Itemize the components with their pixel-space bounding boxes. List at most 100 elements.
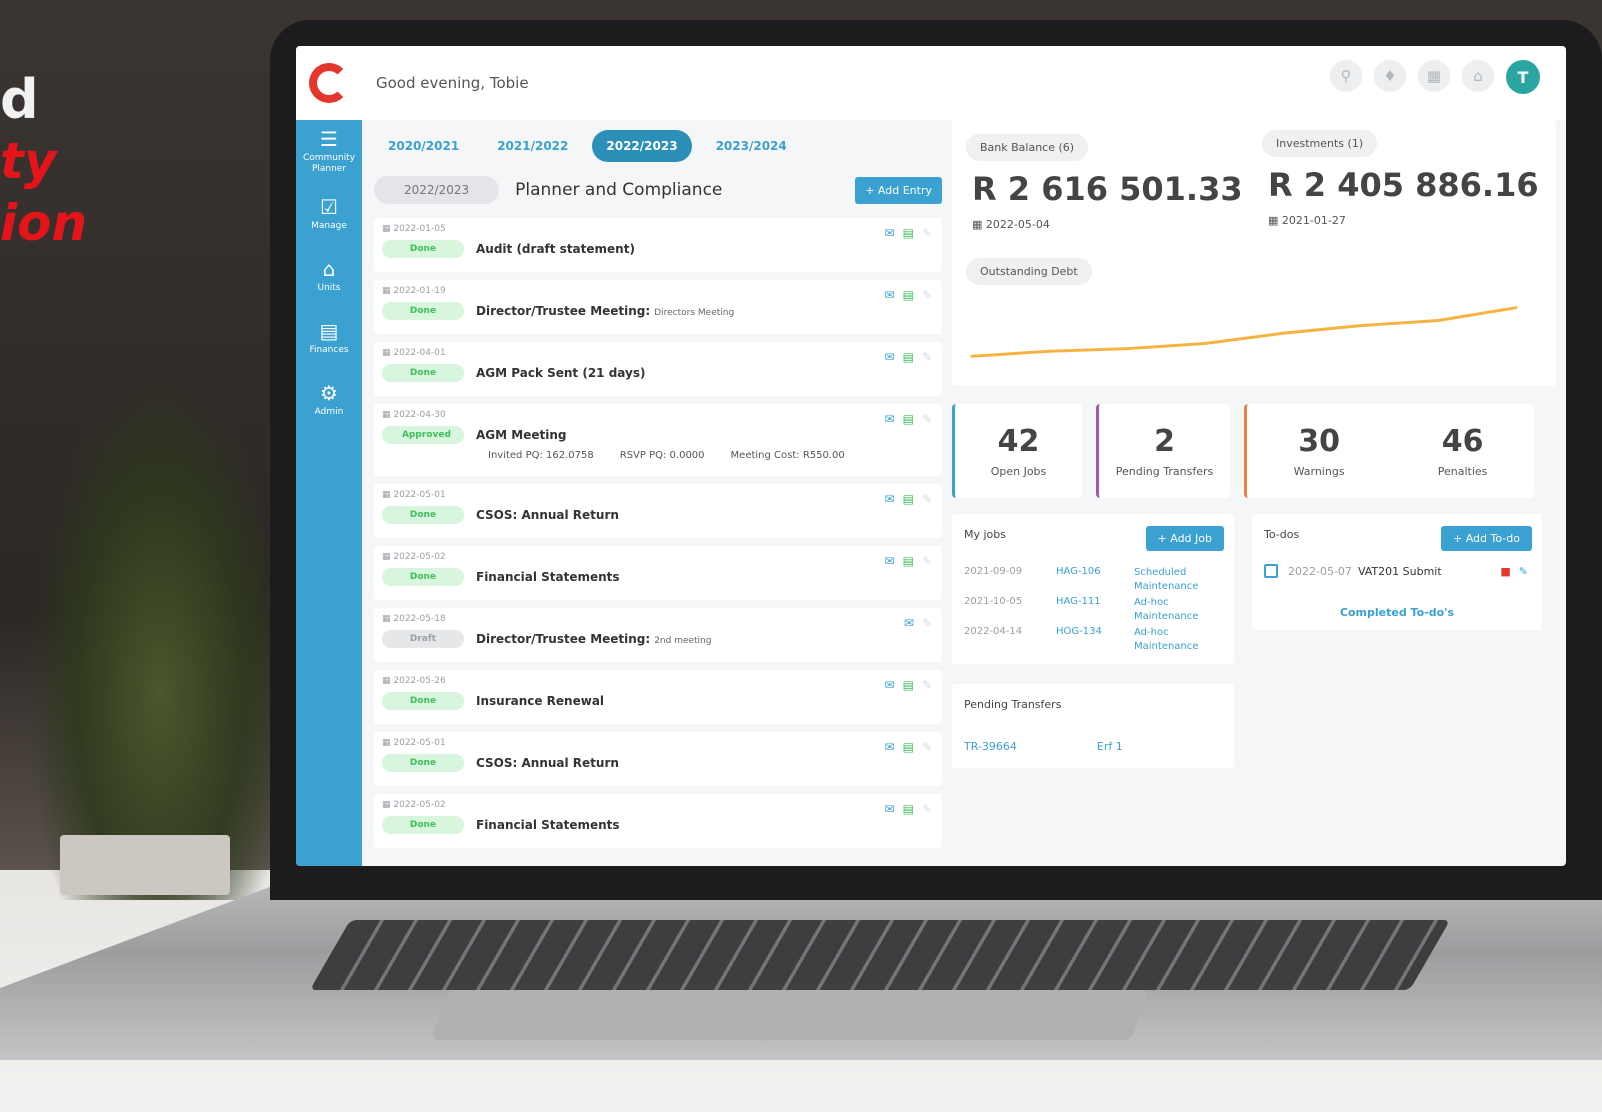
list-item[interactable]: ▦ 2022-04-30 Approved AGM Meeting Invited P… [374, 404, 942, 476]
list-item[interactable]: ▦ 2022-05-01 Done CSOS: Annual Return ✉ ▤ ✎ [374, 484, 942, 538]
mail-icon[interactable]: ✉ [904, 616, 914, 630]
completed-todos-link[interactable]: Completed To-do's [1252, 606, 1542, 619]
list-item[interactable]: ▦ 2022-05-18 Draft Director/Trustee Meetin… [374, 608, 942, 662]
sidebar-item-admin[interactable]: ⚙ Admin [296, 368, 362, 430]
entry-actions: ✉ ▤ ✎ [885, 740, 932, 754]
stat-open-jobs[interactable]: 42 Open Jobs [952, 404, 1082, 498]
status-badge: Done [382, 754, 464, 772]
list-item[interactable]: ▦ 2022-01-19 Done Director/Trustee Meeting… [374, 280, 942, 334]
entry-title[interactable]: CSOS: Annual Return [476, 756, 619, 770]
outstanding-debt-chart [970, 306, 1518, 358]
table-row[interactable]: 2022-04-14 HOG-134 Ad-hoc Maintenance [964, 626, 1204, 654]
transfer-code[interactable]: TR-39664 [964, 740, 1017, 753]
stat-value: 30 [1298, 424, 1340, 459]
entry-title-text: Audit (draft statement) [476, 242, 635, 256]
bell-icon[interactable]: ♦ [1374, 60, 1406, 92]
home-icon[interactable]: ⌂ [1462, 60, 1494, 92]
pencil-icon[interactable]: ✎ [922, 412, 932, 426]
entry-subtitle: 2nd meeting [654, 636, 712, 646]
todo-checkbox[interactable] [1264, 564, 1278, 578]
document-icon[interactable]: ▤ [903, 554, 914, 568]
pencil-icon[interactable]: ✎ [922, 616, 932, 630]
entry-title[interactable]: Financial Statements [476, 818, 620, 832]
app-screen: Good evening, Tobie ⚲ ♦ ▦ ⌂ T ☰ Communit… [296, 46, 1566, 866]
pencil-icon[interactable]: ✎ [922, 740, 932, 754]
job-code[interactable]: HOG-134 [1056, 626, 1134, 654]
sidebar-item-manage[interactable]: ☑ Manage [296, 182, 362, 244]
pencil-icon[interactable]: ✎ [922, 554, 932, 568]
app-logo[interactable] [296, 46, 362, 120]
entry-row: Done Insurance Renewal [382, 692, 934, 710]
list-item[interactable]: ▦ 2022-04-01 Done AGM Pack Sent (21 days) ✉… [374, 342, 942, 396]
clipboard-check-icon: ☑ [320, 194, 338, 219]
document-icon[interactable]: ▤ [903, 678, 914, 692]
bank-balance-chip[interactable]: Bank Balance (6) [966, 134, 1089, 161]
list-item[interactable]: ▦ 2022-05-01 Done CSOS: Annual Return ✉ ▤ ✎ [374, 732, 942, 786]
investments-date: ▦ 2021-01-27 [1268, 214, 1346, 227]
mail-icon[interactable]: ✉ [885, 350, 895, 364]
table-row[interactable]: TR-39664 Erf 1 [964, 740, 1123, 753]
list-item[interactable]: ▦ 2022-05-02 Done Financial Statements ✉ ▤ ✎ [374, 546, 942, 600]
mail-icon[interactable]: ✉ [885, 288, 895, 302]
mail-icon[interactable]: ✉ [885, 492, 895, 506]
entry-title[interactable]: Director/Trustee Meeting: Directors Meeti… [476, 304, 734, 318]
sidebar-item-units[interactable]: ⌂ Units [296, 244, 362, 306]
mail-icon[interactable]: ✉ [885, 412, 895, 426]
pencil-icon[interactable]: ✎ [1519, 565, 1528, 578]
pencil-icon[interactable]: ✎ [922, 350, 932, 364]
document-icon[interactable]: ▤ [903, 492, 914, 506]
tab-year-2021[interactable]: 2021/2022 [483, 130, 582, 162]
avatar[interactable]: T [1506, 60, 1540, 94]
calendar-icon[interactable]: ▦ [1418, 60, 1450, 92]
search-icon[interactable]: ⚲ [1330, 60, 1362, 92]
job-code[interactable]: HAG-111 [1056, 596, 1134, 624]
transfer-erf[interactable]: Erf 1 [1097, 740, 1123, 753]
entry-title[interactable]: Insurance Renewal [476, 694, 604, 708]
sidebar-item-community-planner[interactable]: ☰ Community Planner [296, 120, 362, 182]
pencil-icon[interactable]: ✎ [922, 288, 932, 302]
tab-year-2020[interactable]: 2020/2021 [374, 130, 473, 162]
add-todo-button[interactable]: + Add To-do [1441, 526, 1532, 551]
tab-year-2023[interactable]: 2023/2024 [702, 130, 801, 162]
mail-icon[interactable]: ✉ [885, 226, 895, 240]
add-entry-button[interactable]: + Add Entry [855, 176, 942, 204]
pencil-icon[interactable]: ✎ [922, 492, 932, 506]
sidebar-item-finances[interactable]: ▤ Finances [296, 306, 362, 368]
entry-title[interactable]: Financial Statements [476, 570, 620, 584]
document-icon[interactable]: ▤ [903, 350, 914, 364]
pencil-icon[interactable]: ✎ [922, 678, 932, 692]
pencil-icon[interactable]: ✎ [922, 802, 932, 816]
entry-actions: ✉ ▤ ✎ [885, 802, 932, 816]
stat-pending-transfers[interactable]: 2 Pending Transfers [1096, 404, 1230, 498]
entry-title[interactable]: AGM Meeting [476, 428, 566, 442]
document-icon[interactable]: ▤ [903, 288, 914, 302]
list-item[interactable]: ▦ 2022-05-02 Done Financial Statements ✉ ▤ ✎ [374, 794, 942, 848]
outstanding-debt-chip[interactable]: Outstanding Debt [966, 258, 1092, 285]
entry-title[interactable]: CSOS: Annual Return [476, 508, 619, 522]
entry-title[interactable]: AGM Pack Sent (21 days) [476, 366, 645, 380]
investments-chip[interactable]: Investments (1) [1262, 130, 1378, 157]
document-icon[interactable]: ▤ [903, 226, 914, 240]
status-badge: Done [382, 240, 464, 258]
mail-icon[interactable]: ✉ [885, 554, 895, 568]
year-tabs: 2020/2021 2021/2022 2022/2023 2023/2024 [374, 130, 942, 162]
mail-icon[interactable]: ✉ [885, 740, 895, 754]
entry-title-text: Financial Statements [476, 570, 620, 584]
job-code[interactable]: HAG-106 [1056, 566, 1134, 594]
list-item[interactable]: ▦ 2022-01-05 Done Audit (draft statement) ✉… [374, 218, 942, 272]
entry-title[interactable]: Director/Trustee Meeting: 2nd meeting [476, 632, 711, 646]
table-row[interactable]: 2021-10-05 HAG-111 Ad-hoc Maintenance [964, 596, 1204, 624]
mail-icon[interactable]: ✉ [885, 678, 895, 692]
add-job-button[interactable]: + Add Job [1145, 526, 1224, 551]
list-item[interactable]: ▦ 2022-05-26 Done Insurance Renewal ✉ ▤ ✎ [374, 670, 942, 724]
document-icon[interactable]: ▤ [903, 740, 914, 754]
stat-warnings-penalties[interactable]: 30 Warnings 46 Penalties [1244, 404, 1534, 498]
entry-title[interactable]: Audit (draft statement) [476, 242, 635, 256]
pencil-icon[interactable]: ✎ [922, 226, 932, 240]
document-icon[interactable]: ▤ [903, 412, 914, 426]
document-icon[interactable]: ▤ [903, 802, 914, 816]
trash-icon[interactable]: ■ [1500, 565, 1510, 578]
tab-year-2022[interactable]: 2022/2023 [592, 130, 692, 162]
table-row[interactable]: 2021-09-09 HAG-106 Scheduled Maintenance [964, 566, 1204, 594]
mail-icon[interactable]: ✉ [885, 802, 895, 816]
